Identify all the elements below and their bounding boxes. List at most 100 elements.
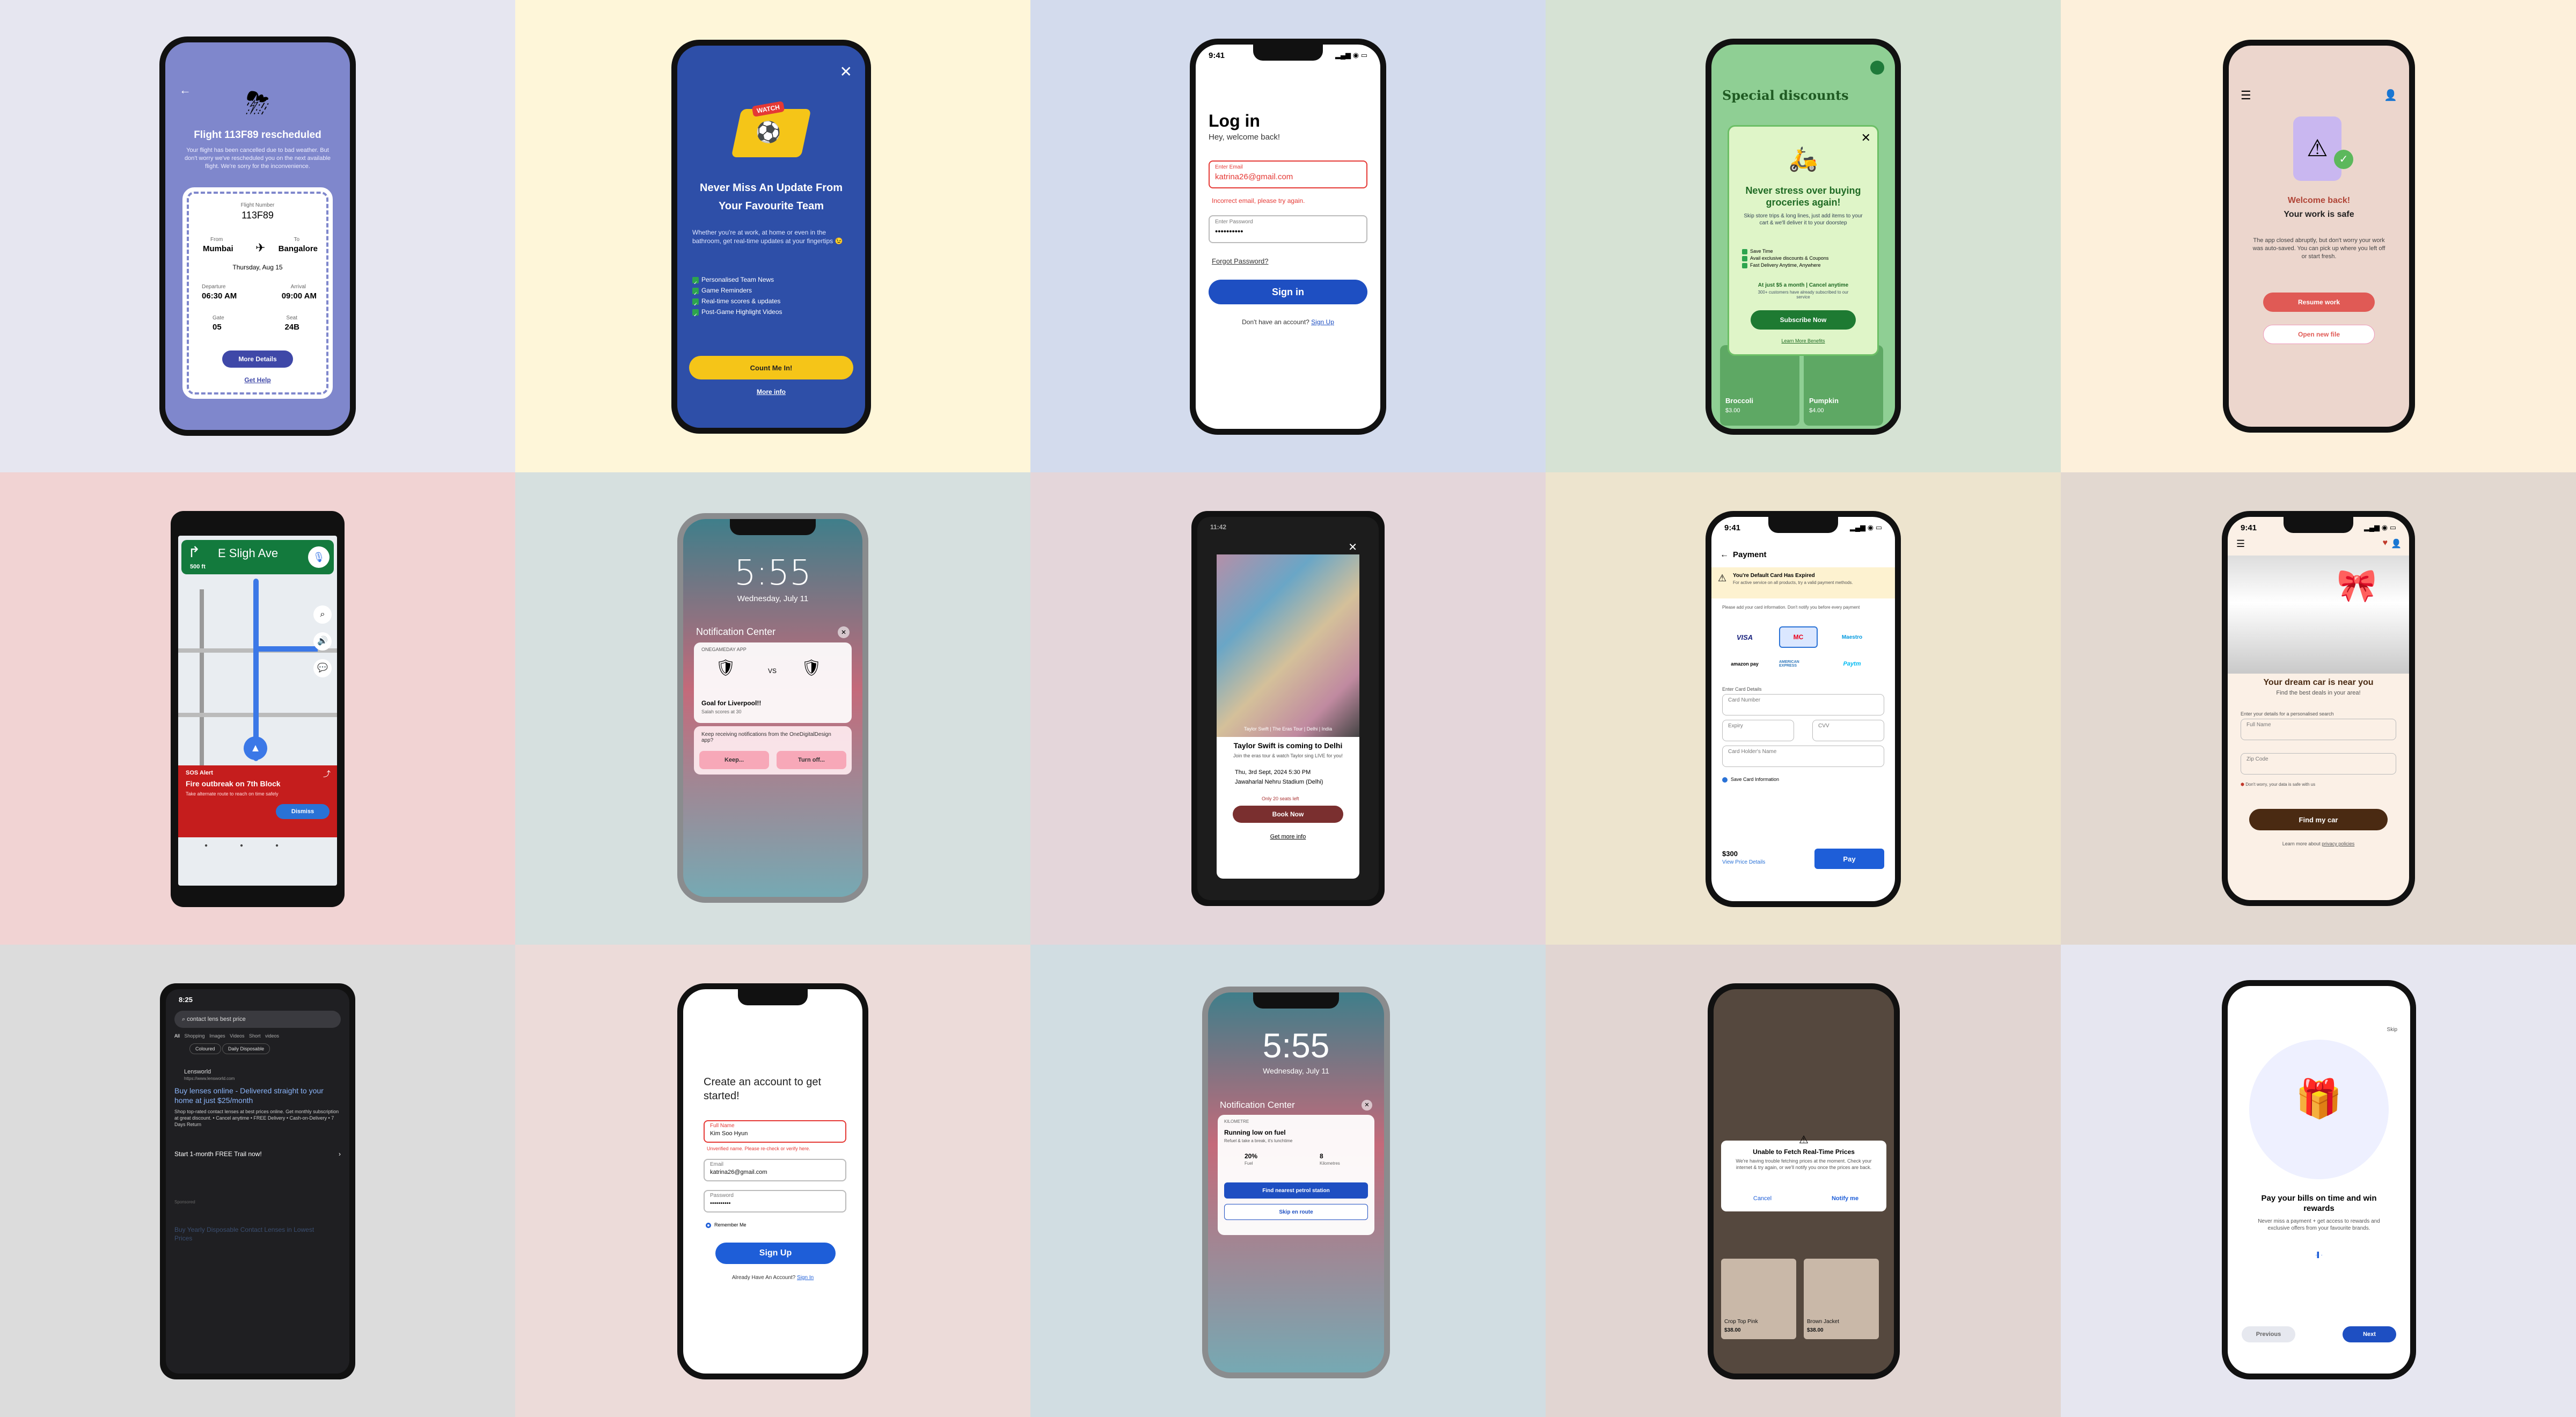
feature-item: ✓ Real-time scores & updates [692,296,782,307]
storm-cloud-icon: ⛈ [245,86,270,120]
product-broccoli[interactable]: Broccoli $3.00 [1720,345,1799,426]
sos-alert-card: SOS Alert ⤴ Fire outbreak on 7th Block T… [178,765,337,837]
email-field[interactable]: Enter Email katrina26@gmail.com [1209,160,1367,188]
remember-me-radio[interactable]: Remember Me [706,1222,747,1228]
fuel-label: Fuel [1245,1161,1253,1166]
search-icon[interactable]: ⌕ [313,605,332,624]
subscribe-button[interactable]: Subscribe Now [1751,310,1856,330]
card-number-field[interactable]: Card Number [1722,694,1884,715]
product-card[interactable]: Crop Top Pink $38.00 [1721,1259,1796,1339]
find-my-car-button[interactable]: Find my car [2249,809,2388,830]
previous-button[interactable]: Previous [2242,1326,2295,1342]
learn-more-link[interactable]: Learn More Benefits [1729,338,1877,344]
cell-autosave: ☰ 👤 ⚠ ✓ Welcome back! Your work is safe … [2061,0,2576,472]
tab-images[interactable]: Images [209,1033,225,1039]
clear-icon[interactable]: ✕ [838,626,850,638]
password-field[interactable]: Password •••••••••• [704,1190,846,1213]
avatar[interactable] [1870,61,1884,75]
perk-item: Avail exclusive discounts & Coupons [1742,255,1828,262]
resume-work-button[interactable]: Resume work [2263,293,2375,312]
broccoli-price: $3.00 [1725,407,1740,414]
heart-icon[interactable]: ♥ [2383,538,2388,548]
amex-option[interactable]: AMERICAN EXPRESS [1779,653,1818,675]
price-details-link[interactable]: View Price Details [1722,859,1765,865]
keep-button[interactable]: Keep... [699,751,769,769]
email-field[interactable]: Email katrina26@gmail.com [704,1159,846,1181]
skip-en-route-button[interactable]: Skip en route [1224,1204,1368,1220]
back-arrow-icon[interactable]: ← [1720,550,1729,560]
section-title: Special discounts [1722,87,1849,103]
notification-card[interactable]: KILOMETRE Running low on fuel Refuel & t… [1218,1115,1374,1235]
password-field[interactable]: Enter Password •••••••••• [1209,215,1367,243]
tab-videos[interactable]: Videos [230,1033,244,1039]
sign-up-button[interactable]: Sign Up [715,1243,836,1264]
open-new-file-button[interactable]: Open new file [2263,325,2375,344]
mastercard-option[interactable]: MC [1779,626,1818,648]
sound-icon[interactable]: 🔊 [313,632,332,651]
full-name-field[interactable]: Full Name Kim Soo Hyun [704,1120,846,1143]
check-icon [1742,255,1747,261]
enter-details-label: Enter Card Details [1722,686,1762,692]
page-title: Flight 113F89 rescheduled [194,129,321,141]
result-headline[interactable]: Buy lenses online - Delivered straight t… [174,1086,341,1105]
privacy-policies-link[interactable]: privacy policies [2322,841,2354,846]
zip-code-field[interactable]: Zip Code [2241,753,2396,775]
close-icon[interactable]: ✕ [1348,540,1357,554]
save-card-checkbox[interactable]: Save Card Information [1722,777,1779,783]
close-icon[interactable]: ✕ [840,63,852,81]
search-input[interactable]: ⌕ contact lens best price [174,1011,341,1028]
cell-rewards: Skip 🎁 Pay your bills on time and win re… [2061,945,2576,1417]
sign-up-link[interactable]: Sign Up [1311,318,1334,326]
visa-card-option[interactable]: VISA [1725,626,1764,648]
subscribe-modal: ✕ 🛵 Never stress over buying groceries a… [1728,125,1879,356]
count-me-in-button[interactable]: Count Me In! [689,356,853,379]
forgot-password-link[interactable]: Forgot Password? [1212,257,1269,265]
cancel-button[interactable]: Cancel [1721,1195,1804,1202]
phone-autosave: ☰ 👤 ⚠ ✓ Welcome back! Your work is safe … [2223,40,2415,433]
mic-icon[interactable]: 🎙 [308,546,330,568]
chip[interactable]: Coloured [189,1043,221,1054]
product-pumpkin[interactable]: Pumpkin $4.00 [1804,345,1883,426]
profile-icon[interactable]: 👤 [2384,89,2397,102]
more-info-link[interactable]: Get more info [1217,834,1359,840]
cvv-field[interactable]: CVV [1812,720,1884,741]
sign-in-button[interactable]: Sign in [1209,280,1367,304]
menu-icon[interactable]: ☰ [2236,538,2245,550]
card-holder-field[interactable]: Card Holder's Name [1722,746,1884,767]
product-card[interactable]: Brown Jacket $38.00 [1804,1259,1879,1339]
description: The app closed abruptly, but don't worry… [2252,237,2385,260]
tab-short-videos[interactable]: Short videos [249,1033,279,1039]
chip[interactable]: Daily Disposable [222,1043,270,1054]
close-icon[interactable]: ✕ [1861,131,1871,145]
more-info-link[interactable]: More info [677,388,865,396]
ticket-card: Flight Number 113F89 From Mumbai ✈ To Ba… [182,187,333,399]
second-ad[interactable]: Buy Yearly Disposable Contact Lenses in … [174,1225,333,1243]
skip-link[interactable]: Skip [2387,1027,2397,1033]
notification-card[interactable]: ONEGAMEDAY APP 🛡 VS 🛡 Goal for Liverpool… [694,642,852,723]
km-label: Kilometres [1320,1161,1340,1166]
paytm-option[interactable]: Paytm [1833,653,1871,675]
clear-icon[interactable]: ✕ [1362,1100,1372,1111]
amazon-pay-option[interactable]: amazon pay [1725,653,1764,675]
tab-shopping[interactable]: Shopping [185,1033,205,1039]
free-trial-link[interactable]: Start 1-month FREE Trail now! › [174,1150,341,1158]
profile-icon[interactable]: 👤 [2391,538,2402,549]
share-icon[interactable]: ⤴ [323,769,331,779]
sign-in-link[interactable]: Sign In [797,1275,814,1281]
report-icon[interactable]: 💬 [313,659,332,677]
find-station-button[interactable]: Find nearest petrol station [1224,1182,1368,1199]
tab-all[interactable]: All [174,1033,180,1039]
dismiss-button[interactable]: Dismiss [276,804,330,819]
maestro-option[interactable]: Maestro [1833,626,1871,648]
notify-me-button[interactable]: Notify me [1804,1195,1886,1202]
expiry-field[interactable]: Expiry [1722,720,1794,741]
more-details-button[interactable]: More Details [222,350,293,368]
full-name-field[interactable]: Full Name [2241,719,2396,740]
menu-icon[interactable]: ☰ [2241,89,2251,103]
next-button[interactable]: Next [2343,1326,2396,1342]
get-help-link[interactable]: Get Help [189,376,326,384]
pay-button[interactable]: Pay [1814,849,1884,869]
turn-off-button[interactable]: Turn off... [777,751,846,769]
book-now-button[interactable]: Book Now [1233,806,1343,823]
price-text: At just $5 a month | Cancel anytime [1758,282,1849,288]
